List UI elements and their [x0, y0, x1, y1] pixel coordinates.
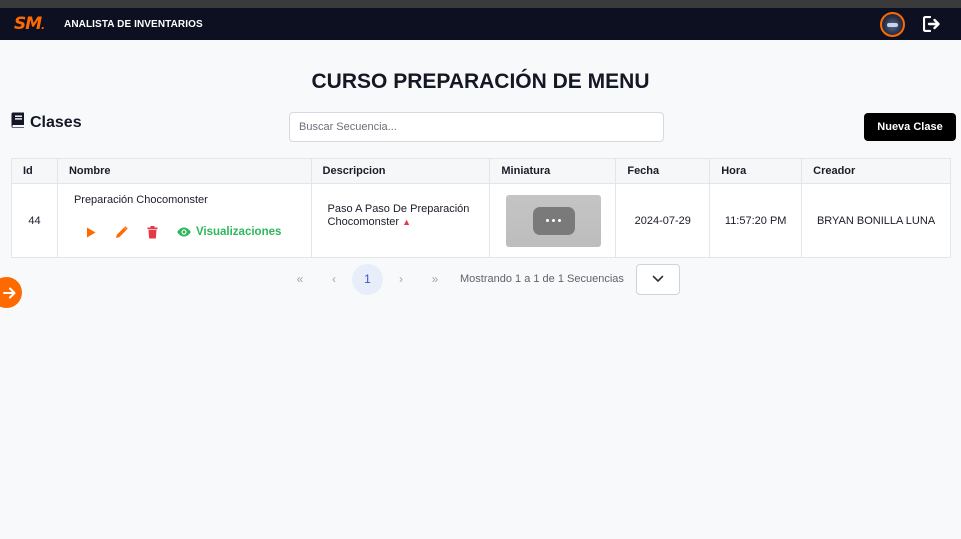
eye-icon — [177, 227, 191, 237]
next-page-button[interactable]: › — [384, 263, 418, 295]
more-icon — [532, 206, 575, 235]
column-header-creador[interactable]: Creador — [801, 158, 951, 184]
sidebar-toggle-button[interactable] — [0, 277, 22, 308]
cell-fecha: 2024-07-29 — [615, 183, 711, 258]
first-page-button[interactable]: « — [283, 263, 317, 295]
column-header-descripcion[interactable]: Descripcion — [310, 158, 491, 184]
column-header-fecha[interactable]: Fecha — [615, 158, 711, 184]
edit-icon[interactable] — [114, 224, 130, 240]
user-avatar[interactable] — [880, 11, 905, 37]
pagination: « ‹ 1 › » Mostrando 1 a 1 de 1 Secuencia… — [283, 263, 680, 295]
arrow-right-icon — [3, 287, 16, 298]
browser-chrome-strip — [0, 0, 961, 8]
views-label: Visualizaciones — [195, 226, 282, 238]
top-navbar: SM. ANALISTA DE INVENTARIOS — [0, 8, 961, 40]
pagination-info: Mostrando 1 a 1 de 1 Secuencias — [460, 273, 624, 285]
prev-page-button[interactable]: ‹ — [317, 263, 351, 295]
description-value: Paso A Paso De Preparación Chocomonster — [327, 202, 470, 228]
views-link[interactable]: Visualizaciones — [177, 226, 281, 238]
delete-icon[interactable] — [145, 224, 161, 240]
chevron-down-icon — [652, 275, 664, 282]
cell-id: 44 — [11, 183, 58, 258]
table-row: 44 Preparación Chocomonster Visualizacio… — [11, 183, 951, 258]
column-header-miniatura[interactable]: Miniatura — [489, 158, 617, 184]
last-page-button[interactable]: » — [418, 263, 452, 295]
cell-creador: BRYAN BONILLA LUNA — [801, 183, 951, 258]
page-1-button[interactable]: 1 — [352, 263, 383, 295]
classes-table: Id Nombre Descripcion Miniatura Fecha Ho… — [11, 158, 951, 258]
section-heading: Clases — [11, 112, 82, 133]
table-header-row: Id Nombre Descripcion Miniatura Fecha Ho… — [11, 158, 951, 184]
book-icon — [11, 112, 25, 133]
cake-emoji-icon: ▲ — [402, 216, 412, 227]
column-header-nombre[interactable]: Nombre — [56, 158, 312, 184]
cell-hora: 11:57:20 PM — [709, 183, 803, 258]
column-header-id[interactable]: Id — [11, 158, 58, 184]
search-input[interactable] — [289, 112, 664, 142]
page-title: CURSO PREPARACIÓN DE MENU — [311, 70, 650, 93]
nombre-wrapper: Preparación Chocomonster Visualizaciones — [69, 184, 311, 257]
section-title: Clases — [30, 113, 82, 131]
thumbnail[interactable] — [506, 194, 602, 247]
column-header-hora[interactable]: Hora — [709, 158, 803, 184]
brand-logo-text: SM — [14, 14, 42, 34]
topbar-actions — [880, 11, 941, 37]
new-class-button[interactable]: Nueva Clase — [864, 113, 956, 141]
description-text: Paso A Paso De Preparación Chocomonster … — [328, 203, 490, 229]
play-icon[interactable] — [83, 224, 99, 240]
class-name: Preparación Chocomonster — [73, 194, 208, 206]
cell-miniatura — [489, 183, 617, 258]
role-title: ANALISTA DE INVENTARIOS — [64, 18, 203, 30]
logout-icon[interactable] — [923, 15, 941, 33]
page-size-select[interactable] — [635, 263, 680, 295]
brand-logo[interactable]: SM. — [14, 14, 46, 34]
cell-nombre: Preparación Chocomonster Visualizaciones — [56, 183, 312, 258]
cell-descripcion: Paso A Paso De Preparación Chocomonster … — [310, 183, 491, 258]
row-actions: Visualizaciones — [83, 224, 281, 240]
